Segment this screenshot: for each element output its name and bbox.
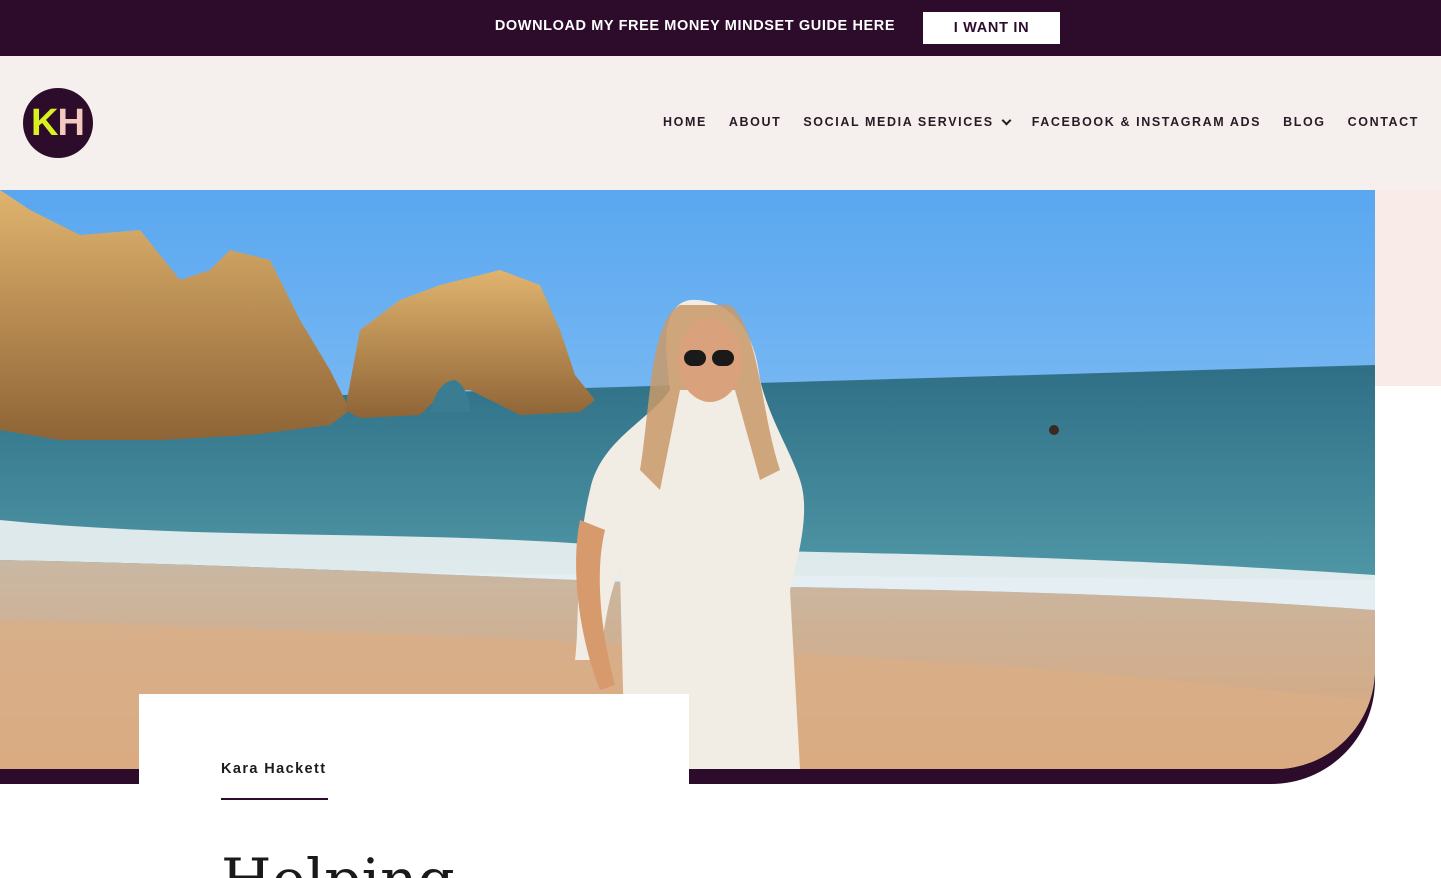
- nav-item-label: BLOG: [1283, 115, 1326, 129]
- nav-item-label: SOCIAL MEDIA SERVICES: [803, 115, 994, 129]
- divider-line: [221, 798, 328, 800]
- main-nav: HOME ABOUT SOCIAL MEDIA SERVICES FACEBOO…: [641, 115, 1419, 129]
- promo-bar: DOWNLOAD MY FREE MONEY MINDSET GUIDE HER…: [0, 0, 1441, 56]
- logo-letter-h: H: [57, 101, 85, 144]
- logo-letter-k: K: [31, 101, 58, 144]
- nav-item-label: CONTACT: [1347, 115, 1419, 129]
- nav-item-facebook-instagram-ads[interactable]: FACEBOOK & INSTAGRAM ADS: [1032, 115, 1261, 129]
- site-header: KH HOME ABOUT SOCIAL MEDIA SERVICES FACE…: [0, 56, 1441, 190]
- beach-photo: [0, 190, 1375, 769]
- author-name: Kara Hackett: [221, 761, 327, 777]
- i-want-in-button[interactable]: I WANT IN: [923, 12, 1060, 44]
- nav-item-label: HOME: [663, 115, 707, 129]
- nav-item-label: FACEBOOK & INSTAGRAM ADS: [1031, 115, 1262, 129]
- nav-item-blog[interactable]: BLOG: [1283, 115, 1326, 129]
- chevron-down-icon: [1001, 115, 1012, 125]
- nav-item-label: ABOUT: [728, 115, 782, 129]
- intro-card: Kara Hackett Helping: [139, 694, 689, 878]
- nav-item-home[interactable]: HOME: [663, 115, 707, 129]
- nav-item-contact[interactable]: CONTACT: [1348, 115, 1419, 129]
- hero-heading: Helping: [221, 846, 455, 878]
- promo-text-label: DOWNLOAD MY FREE MONEY MINDSET GUIDE HER…: [494, 18, 896, 34]
- hero-image: [0, 190, 1375, 769]
- nav-item-about[interactable]: ABOUT: [729, 115, 781, 129]
- side-accent-block: [1375, 190, 1441, 386]
- nav-item-social-media-services[interactable]: SOCIAL MEDIA SERVICES: [803, 115, 1012, 129]
- logo[interactable]: KH: [23, 88, 93, 158]
- promo-text: DOWNLOAD MY FREE MONEY MINDSET GUIDE HER…: [0, 18, 1390, 34]
